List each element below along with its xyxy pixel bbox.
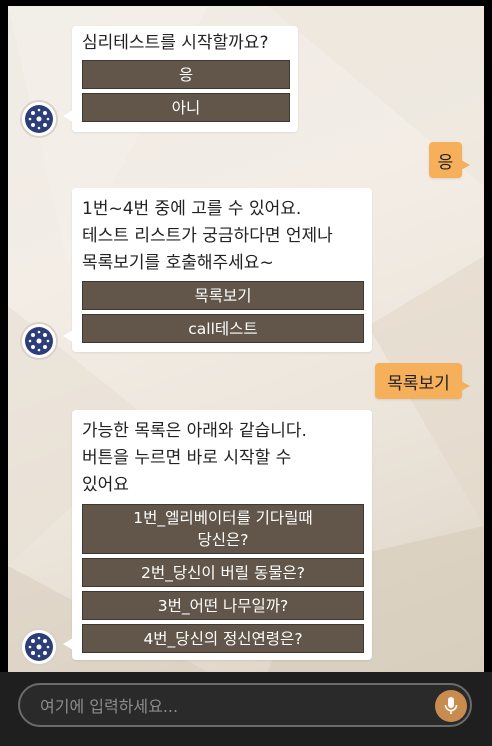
app-frame: 심리테스트를 시작할까요? 응 아니 응 1번~4번 중에 고를 수 있어요. … <box>0 0 492 746</box>
input-bar <box>0 672 492 746</box>
bot-avatar-icon <box>20 628 58 666</box>
bot-message-3: 가능한 목록은 아래와 같습니다. 버튼을 누르면 바로 시작할 수 있어요 1… <box>63 410 372 660</box>
chat-area[interactable]: 심리테스트를 시작할까요? 응 아니 응 1번~4번 중에 고를 수 있어요. … <box>8 6 484 672</box>
user-message-1: 응 <box>429 142 470 178</box>
user-message-text: 응 <box>437 152 454 173</box>
option-button-test-2[interactable]: 2번_당신이 버릴 동물은? <box>82 558 364 587</box>
option-button-test-1[interactable]: 1번_엘리베이터를 기다릴때 당신은? <box>82 504 364 554</box>
bot-message-text: 1번~4번 중에 고를 수 있어요. 테스트 리스트가 궁금하다면 언제나 목록… <box>82 199 333 273</box>
bot-message-2: 1번~4번 중에 고를 수 있어요. 테스트 리스트가 궁금하다면 언제나 목록… <box>63 188 372 352</box>
bot-avatar-icon <box>20 322 58 360</box>
option-button-yes[interactable]: 응 <box>82 60 290 89</box>
bot-avatar-icon <box>20 100 58 138</box>
option-button-call-test[interactable]: call테스트 <box>82 314 364 343</box>
option-button-list[interactable]: 목록보기 <box>82 281 364 310</box>
input-container <box>18 683 472 727</box>
option-button-no[interactable]: 아니 <box>82 93 290 122</box>
microphone-icon[interactable] <box>435 690 467 722</box>
bot-message-text: 가능한 목록은 아래와 같습니다. 버튼을 누르면 바로 시작할 수 있어요 <box>82 421 307 495</box>
user-message-text: 목록보기 <box>387 373 450 394</box>
message-input[interactable] <box>40 693 420 719</box>
bot-message-1: 심리테스트를 시작할까요? 응 아니 <box>63 26 298 132</box>
option-button-test-3[interactable]: 3번_어떤 나무일까? <box>82 591 364 620</box>
option-button-test-4[interactable]: 4번_당신의 정신연령은? <box>82 624 364 653</box>
bot-message-text: 심리테스트를 시작할까요? <box>82 33 269 53</box>
user-message-2: 목록보기 <box>375 363 470 399</box>
